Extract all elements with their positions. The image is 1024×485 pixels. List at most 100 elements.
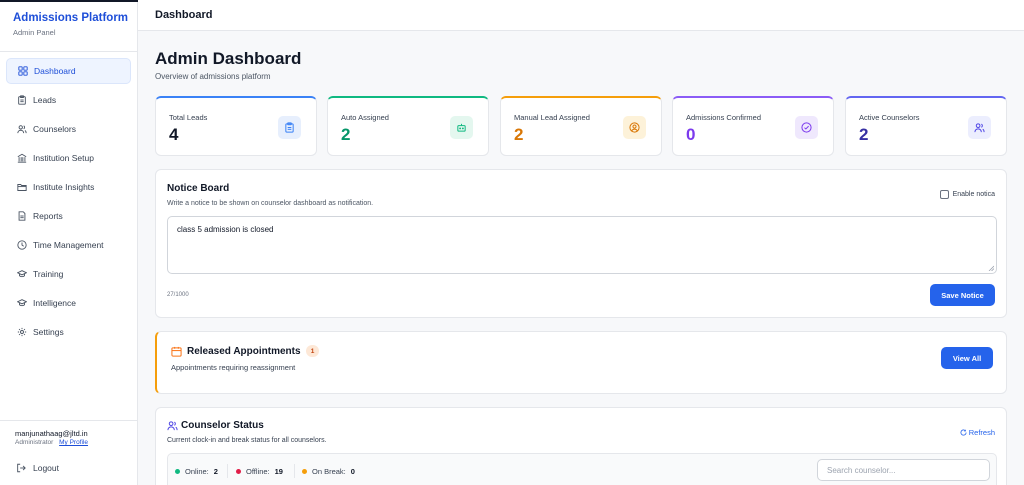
sidebar-item-training[interactable]: Training: [6, 261, 131, 287]
document-icon: [17, 211, 27, 221]
user-circle-icon: [623, 116, 646, 139]
sidebar-item-leads[interactable]: Leads: [6, 87, 131, 113]
stat-value: 0: [686, 125, 696, 144]
on-break-label: On Break:: [312, 467, 346, 476]
offline-value: 19: [274, 467, 283, 476]
refresh-label: Refresh: [968, 428, 995, 437]
enable-notice-label: Enable notica: [952, 191, 995, 198]
online-value: 2: [213, 467, 218, 476]
sidebar-item-label: Institution Setup: [33, 153, 94, 163]
graduation-cap-icon: [17, 298, 27, 308]
top-edge-line: [0, 0, 145, 2]
brand-subtitle: Admin Panel: [13, 28, 56, 37]
clock-icon: [17, 240, 27, 250]
check-circle-icon: [795, 116, 818, 139]
sidebar-item-label: Institute Insights: [33, 182, 95, 192]
sidebar-divider: [0, 51, 138, 52]
calendar-icon: [171, 346, 182, 357]
notice-textarea[interactable]: class 5 admission is closed: [167, 216, 997, 274]
logout-label: Logout: [33, 463, 59, 473]
on-break-dot-icon: [302, 469, 307, 474]
stat-card-auto-assigned[interactable]: Auto Assigned 2: [327, 96, 489, 156]
status-summary-bar: Online: 2 Offline: 19 On Break: 0 Search…: [167, 453, 997, 485]
stat-value: 2: [341, 125, 351, 144]
page-title: Admin Dashboard: [155, 49, 302, 68]
stat-label: Auto Assigned: [341, 113, 389, 122]
user-role: Administrator: [15, 439, 54, 446]
sidebar-item-institute-insights[interactable]: Institute Insights: [6, 174, 131, 200]
brand: Admissions Platform Admin Panel: [13, 12, 128, 37]
released-appointments-card: Released Appointments 1 Appointments req…: [155, 331, 1007, 394]
clipboard-icon: [278, 116, 301, 139]
character-counter: 27/1000: [167, 292, 189, 298]
sidebar-item-settings[interactable]: Settings: [6, 319, 131, 345]
stat-card-manual-lead-assigned[interactable]: Manual Lead Assigned 2: [500, 96, 662, 156]
online-dot-icon: [175, 469, 180, 474]
online-count: Online: 2: [175, 467, 218, 476]
sidebar-item-label: Settings: [33, 327, 64, 337]
sidebar-item-counselors[interactable]: Counselors: [6, 116, 131, 142]
user-role-row: Administrator My Profile: [15, 439, 88, 446]
users-icon: [17, 124, 27, 134]
on-break-count: On Break: 0: [302, 467, 355, 476]
offline-label: Offline:: [246, 467, 270, 476]
page-subtitle: Overview of admissions platform: [155, 72, 271, 81]
robot-icon: [450, 116, 473, 139]
graduation-cap-icon: [17, 269, 27, 279]
sidebar-item-label: Dashboard: [34, 66, 76, 76]
refresh-icon: [960, 429, 967, 436]
sidebar-item-label: Time Management: [33, 240, 104, 250]
counselor-status-title: Counselor Status: [181, 420, 264, 431]
notice-text: class 5 admission is closed: [177, 225, 274, 234]
logout-button[interactable]: Logout: [16, 463, 59, 473]
enable-notice-toggle[interactable]: Enable notica: [939, 190, 995, 199]
sidebar-item-institution-setup[interactable]: Institution Setup: [6, 145, 131, 171]
sidebar-item-reports[interactable]: Reports: [6, 203, 131, 229]
stat-card-admissions-confirmed[interactable]: Admissions Confirmed 0: [672, 96, 834, 156]
count-badge: 1: [306, 345, 319, 357]
sidebar-item-label: Intelligence: [33, 298, 77, 308]
sidebar-item-time-management[interactable]: Time Management: [6, 232, 131, 258]
sidebar-item-label: Training: [33, 269, 64, 279]
sidebar-bottom-divider: [0, 420, 138, 421]
counselor-status-description: Current clock-in and break status for al…: [167, 437, 327, 444]
top-header: Dashboard: [138, 0, 1024, 31]
user-email: manjunathaag@jltd.in: [15, 429, 88, 438]
logout-icon: [16, 463, 26, 473]
refresh-button[interactable]: Refresh: [960, 428, 995, 437]
offline-dot-icon: [236, 469, 241, 474]
stat-label: Active Counselors: [859, 113, 920, 122]
stat-card-active-counselors[interactable]: Active Counselors 2: [845, 96, 1007, 156]
users-icon: [167, 421, 178, 431]
sidebar-item-label: Reports: [33, 211, 63, 221]
grid-icon: [18, 66, 28, 76]
brand-title: Admissions Platform: [13, 12, 129, 24]
building-icon: [17, 153, 27, 163]
stat-label: Total Leads: [169, 113, 208, 122]
resize-grip-icon[interactable]: [988, 265, 994, 271]
divider: [294, 464, 295, 478]
stat-label: Manual Lead Assigned: [514, 113, 590, 122]
stat-card-total-leads[interactable]: Total Leads 4: [155, 96, 317, 156]
gear-icon: [17, 327, 27, 337]
users-icon: [968, 116, 991, 139]
folder-icon: [17, 182, 27, 192]
stat-label: Admissions Confirmed: [686, 113, 762, 122]
divider: [227, 464, 228, 478]
notice-board-title: Notice Board: [167, 183, 230, 194]
online-label: Online:: [185, 467, 209, 476]
sidebar-item-label: Counselors: [33, 124, 76, 134]
sidebar-item-label: Leads: [33, 95, 57, 105]
my-profile-link[interactable]: My Profile: [59, 439, 88, 446]
sidebar-item-dashboard[interactable]: Dashboard: [6, 58, 131, 84]
save-notice-button[interactable]: Save Notice: [930, 284, 995, 306]
offline-count: Offline: 19: [236, 467, 283, 476]
header-title: Dashboard: [155, 9, 213, 21]
search-counselor-input[interactable]: Search counselor...: [817, 459, 990, 481]
clipboard-icon: [17, 95, 27, 105]
sidebar: Admissions Platform Admin Panel Dashboar…: [0, 0, 145, 485]
sidebar-item-intelligence[interactable]: Intelligence: [6, 290, 131, 316]
stat-value: 4: [169, 125, 179, 144]
enable-notice-checkbox[interactable]: [939, 190, 949, 199]
view-all-button[interactable]: View All: [941, 347, 993, 369]
